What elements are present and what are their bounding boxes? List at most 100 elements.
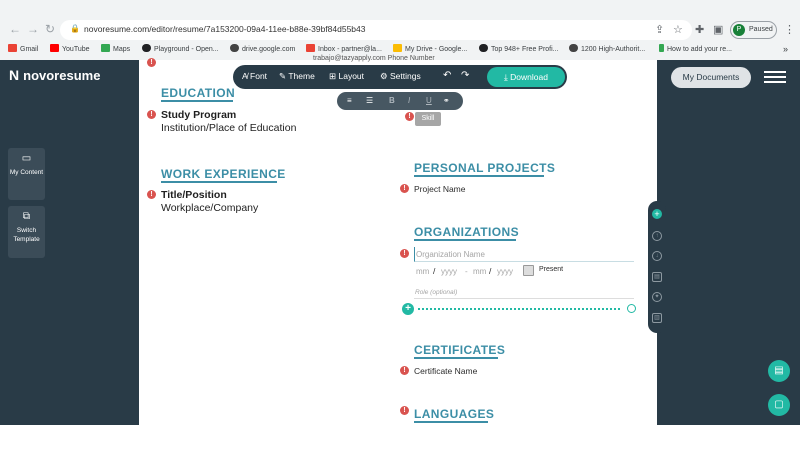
extensions-icon[interactable]: ✚ xyxy=(695,23,704,36)
move-up-icon[interactable]: ↑ xyxy=(652,231,662,241)
profile-status: Paused xyxy=(749,26,773,33)
gear-icon: ⚙ xyxy=(380,71,390,81)
error-icon: ! xyxy=(400,249,409,258)
error-icon: ! xyxy=(405,112,414,121)
chat-icon[interactable]: ▢ xyxy=(768,394,790,416)
url-text: novoresume.com/editor/resume/7a153200-09… xyxy=(84,24,366,34)
bookmark-playground[interactable]: Playground - Open... xyxy=(142,44,219,53)
error-icon: ! xyxy=(147,190,156,199)
link-icon[interactable]: ⚭ xyxy=(443,96,450,105)
align-justify-icon[interactable]: ☰ xyxy=(366,96,373,105)
trash-icon[interactable]: ▥ xyxy=(652,313,662,323)
undo-icon[interactable]: ↶ xyxy=(443,70,451,81)
date-dash: - xyxy=(465,267,468,276)
app-root: ← → ↻ 🔒 novoresume.com/editor/resume/7a1… xyxy=(0,0,800,449)
date-slash: / xyxy=(489,266,492,276)
browser-menu-icon[interactable]: ⋮ xyxy=(784,23,795,36)
personal-projects-heading: PERSONAL PROJECTS xyxy=(414,161,556,175)
back-icon[interactable]: ← xyxy=(9,22,21,36)
align-left-icon[interactable]: ≡ xyxy=(347,96,352,105)
start-month[interactable]: mm xyxy=(416,267,429,276)
divider-handle[interactable] xyxy=(627,304,636,313)
font-icon: A̸ xyxy=(242,71,251,81)
present-label: Present xyxy=(539,266,564,273)
bookmark-drive[interactable]: drive.google.com xyxy=(230,44,295,53)
bookmark-top948[interactable]: Top 948+ Free Profi... xyxy=(479,44,559,53)
my-documents-button[interactable]: My Documents xyxy=(671,67,751,88)
add-entry-button[interactable]: + xyxy=(402,303,414,315)
error-icon: ! xyxy=(400,184,409,193)
layout-button[interactable]: ⊞ Layout xyxy=(329,71,364,82)
document-stack-icon: ▭ xyxy=(21,153,32,164)
globe-icon xyxy=(230,44,239,52)
organizations-heading: ORGANIZATIONS xyxy=(414,225,519,239)
bottom-area xyxy=(0,425,800,449)
star-icon[interactable]: ☆ xyxy=(673,23,683,36)
openai-icon xyxy=(142,44,151,52)
bookmark-1200[interactable]: 1200 High-Authorit... xyxy=(569,44,645,53)
logo-icon: N xyxy=(9,67,20,83)
site-icon xyxy=(479,44,488,52)
bolt-icon xyxy=(659,44,664,52)
title-position[interactable]: Title/Position xyxy=(161,189,227,201)
start-year[interactable]: yyyy xyxy=(441,267,457,276)
move-down-icon[interactable]: ↓ xyxy=(652,251,662,261)
workplace-company[interactable]: Workplace/Company xyxy=(161,202,258,214)
gmail-icon xyxy=(306,44,315,52)
my-content-label: My Content xyxy=(9,169,44,176)
education-heading: EDUCATION xyxy=(161,86,236,100)
heading-underline xyxy=(414,239,516,241)
heading-underline xyxy=(414,175,544,177)
folder-icon[interactable]: ▤ xyxy=(652,272,662,282)
end-month[interactable]: mm xyxy=(473,267,486,276)
font-button[interactable]: A̸ Font xyxy=(242,71,267,81)
certificates-heading: CERTIFICATES xyxy=(414,343,506,357)
present-checkbox[interactable] xyxy=(523,265,534,276)
heading-underline xyxy=(161,100,233,102)
bookmark-youtube[interactable]: YouTube xyxy=(50,44,90,53)
bookmark-inbox[interactable]: Inbox - partner@la... xyxy=(306,44,382,53)
languages-heading: LANGUAGES xyxy=(414,407,495,421)
brush-icon: ✎ xyxy=(279,71,289,81)
heading-underline xyxy=(414,421,488,423)
logo[interactable]: Nnovoresume xyxy=(9,67,100,83)
add-section-icon[interactable]: + xyxy=(652,209,662,219)
error-icon: ! xyxy=(400,366,409,375)
study-program[interactable]: Study Program xyxy=(161,109,236,121)
notes-icon[interactable]: ▤ xyxy=(768,360,790,382)
bookmark-howto[interactable]: How to add your re... xyxy=(659,44,732,53)
forward-icon[interactable]: → xyxy=(27,22,39,36)
youtube-icon xyxy=(50,44,59,52)
drive-icon xyxy=(393,44,402,52)
italic-icon[interactable]: I xyxy=(408,96,410,105)
bookmark-gmail[interactable]: Gmail xyxy=(8,44,38,53)
sidepanel-icon[interactable]: ▣ xyxy=(713,23,723,36)
institution[interactable]: Institution/Place of Education xyxy=(161,122,296,134)
end-year[interactable]: yyyy xyxy=(497,267,513,276)
format-toolbar: ≡ ☰ B I U ⚭ xyxy=(337,92,463,110)
template-icon: ⧉ xyxy=(22,211,31,222)
error-icon: ! xyxy=(147,58,156,67)
switch-template-button[interactable]: ⧉ Switch Template xyxy=(8,206,45,258)
bold-icon[interactable]: B xyxy=(389,96,395,105)
download-button[interactable]: ⤓ Download xyxy=(487,67,565,87)
bookmark-mydrive[interactable]: My Drive - Google... xyxy=(393,44,467,53)
organization-name-placeholder: Organization Name xyxy=(416,250,485,259)
underline-icon[interactable]: U xyxy=(426,96,432,105)
more-bookmarks[interactable]: » xyxy=(783,44,788,54)
gmail-icon xyxy=(8,44,17,52)
certificate-name[interactable]: Certificate Name xyxy=(414,366,477,376)
my-content-button[interactable]: ▭ My Content xyxy=(8,148,45,200)
theme-button[interactable]: ✎ Theme xyxy=(279,71,315,82)
heading-underline xyxy=(161,181,277,183)
skill-tooltip: Skill xyxy=(415,112,441,126)
reload-icon[interactable]: ↻ xyxy=(45,22,55,36)
settings-button[interactable]: ⚙ Settings xyxy=(380,71,421,82)
lightbulb-icon[interactable]: ✦ xyxy=(652,292,662,302)
bookmark-maps[interactable]: Maps xyxy=(101,44,130,53)
entry-divider xyxy=(418,308,620,310)
redo-icon[interactable]: ↷ xyxy=(461,70,469,81)
share-icon[interactable]: ⇪ xyxy=(655,23,664,36)
hamburger-menu-icon[interactable] xyxy=(764,71,786,83)
project-name[interactable]: Project Name xyxy=(414,184,466,194)
